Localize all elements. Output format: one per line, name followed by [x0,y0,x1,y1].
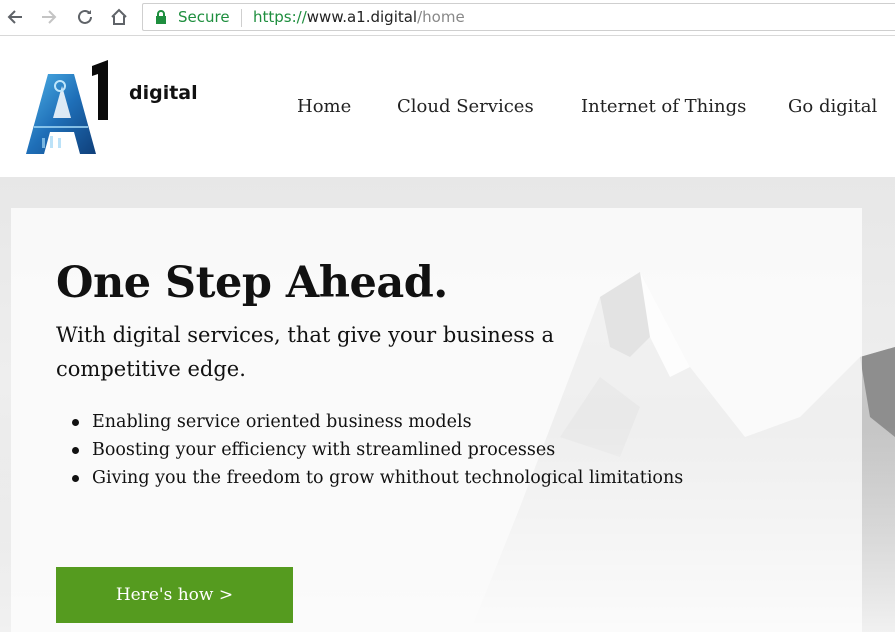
hero-bullet-list: Enabling service oriented business model… [56,408,683,492]
hero-title: One Step Ahead. [56,258,448,308]
site-header: digital Home Cloud Services Internet of … [0,36,895,177]
nav-go-digital[interactable]: Go digital [788,96,877,117]
nav-cloud-services[interactable]: Cloud Services [397,96,534,117]
hero-subtitle: With digital services, that give your bu… [56,323,555,381]
hero-section [0,177,895,632]
lock-icon [155,10,167,29]
a1-logo-icon [26,60,108,154]
browser-toolbar: Secure https://www.a1.digital/home [0,0,895,36]
reload-icon[interactable] [74,6,96,28]
logo-wordmark: digital [129,82,198,104]
secure-label: Secure [178,8,230,26]
url-protocol: https:// [253,8,307,26]
a1-logo[interactable]: digital [22,58,202,178]
url-path: /home [417,8,465,26]
url-host: www.a1.digital [306,8,418,26]
list-item: Enabling service oriented business model… [56,408,683,436]
nav-internet-of-things[interactable]: Internet of Things [581,96,746,117]
address-bar[interactable]: Secure https://www.a1.digital/home [142,3,895,31]
list-item: Boosting your efficiency with streamline… [56,436,683,464]
home-icon[interactable] [108,6,130,28]
url-text: https://www.a1.digital/home [253,8,465,26]
address-divider [241,9,242,27]
forward-arrow-icon[interactable] [38,6,60,28]
list-item: Giving you the freedom to grow whithout … [56,464,683,492]
heres-how-button[interactable]: Here's how > [56,567,293,623]
nav-home[interactable]: Home [297,96,351,117]
back-arrow-icon[interactable] [4,6,26,28]
